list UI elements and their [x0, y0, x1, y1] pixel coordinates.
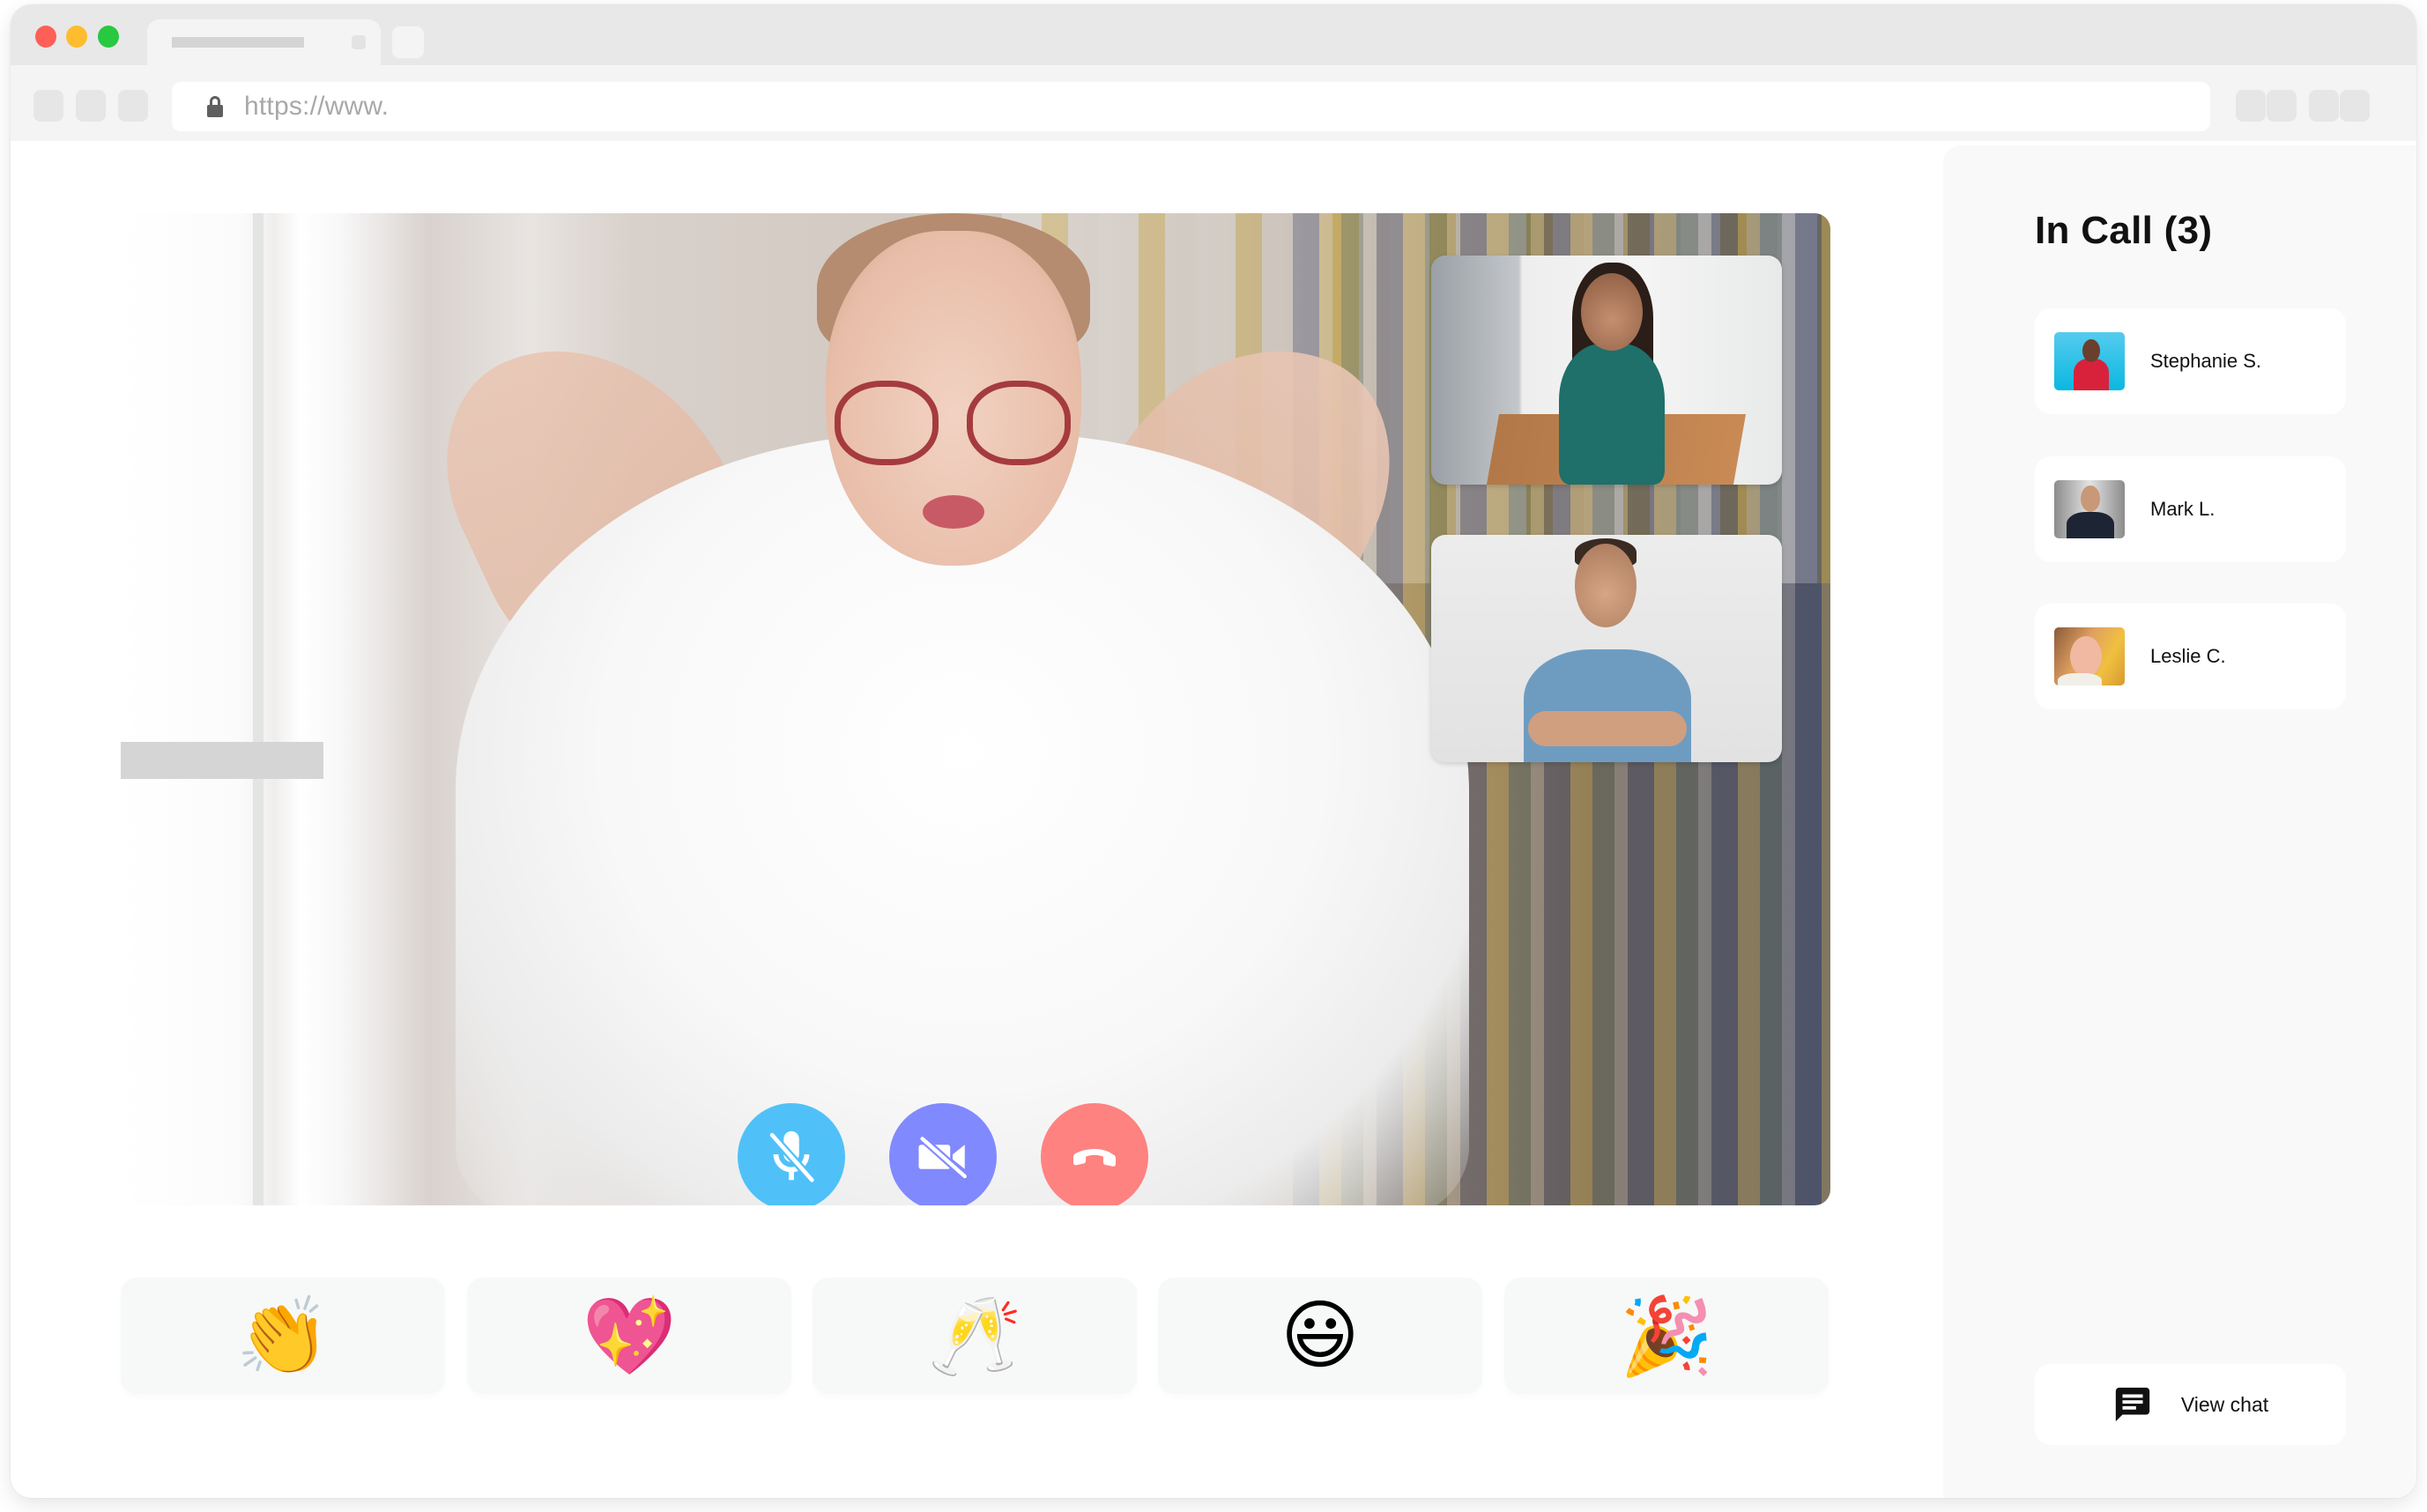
- main-speaker: [403, 213, 1548, 1205]
- reaction-bar: 👏 💖 🥂 😃 🎉: [121, 1278, 1830, 1394]
- main-video-feed: [121, 213, 1830, 1205]
- toggle-camera-button[interactable]: [889, 1103, 997, 1205]
- grinning-face-icon: 😃: [1280, 1292, 1360, 1380]
- toolbar-button-4[interactable]: [2340, 90, 2370, 122]
- participant-thumbnail-stephanie[interactable]: [1431, 256, 1782, 485]
- clapping-hands-icon: 👏: [235, 1292, 330, 1381]
- reaction-party-popper[interactable]: 🎉: [1504, 1278, 1829, 1394]
- participant-item[interactable]: Leslie C.: [2035, 604, 2346, 709]
- reaction-clinking-glasses[interactable]: 🥂: [813, 1278, 1137, 1394]
- page-content: 👏 💖 🥂 😃 🎉 In Call (3) Stephanie S. Mark …: [11, 141, 2416, 1498]
- new-tab-button[interactable]: [392, 26, 424, 58]
- toolbar-button-3[interactable]: [2309, 90, 2339, 122]
- browser-tab[interactable]: [147, 19, 381, 69]
- avatar: [2054, 627, 2125, 686]
- back-button[interactable]: [33, 90, 63, 122]
- tab-bar: [11, 4, 2416, 69]
- chat-icon: [2115, 1387, 2150, 1422]
- url-text: https://www.: [244, 92, 390, 121]
- lock-icon: [207, 96, 223, 117]
- view-chat-label: View chat: [2180, 1392, 2269, 1416]
- tab-title-placeholder: [172, 37, 304, 48]
- end-call-button[interactable]: [1041, 1103, 1148, 1205]
- participants-sidebar: In Call (3) Stephanie S. Mark L. Leslie …: [1943, 145, 2416, 1498]
- participant-name: Leslie C.: [2150, 645, 2226, 667]
- reload-button[interactable]: [118, 90, 148, 122]
- minimize-window-button[interactable]: [66, 26, 87, 48]
- forward-button[interactable]: [76, 90, 106, 122]
- participant-name: Stephanie S.: [2150, 350, 2261, 372]
- clinking-glasses-icon: 🥂: [927, 1292, 1022, 1381]
- reaction-sparkling-heart[interactable]: 💖: [467, 1278, 791, 1394]
- avatar: [2054, 332, 2125, 390]
- mute-microphone-button[interactable]: [738, 1103, 845, 1205]
- browser-window: https://www. 👏 💖 🥂 😃 🎉 In Call (3) Steph…: [11, 4, 2416, 1498]
- video-off-icon: [918, 1134, 968, 1180]
- toolbar-button-2[interactable]: [2267, 90, 2297, 122]
- sidebar-title: In Call (3): [2035, 209, 2213, 252]
- toolbar-button-1[interactable]: [2236, 90, 2266, 122]
- view-chat-button[interactable]: View chat: [2035, 1364, 2346, 1445]
- address-row: https://www.: [11, 65, 2416, 141]
- mic-off-icon: [768, 1130, 815, 1183]
- reaction-clapping-hands[interactable]: 👏: [121, 1278, 445, 1394]
- avatar: [2054, 480, 2125, 538]
- reaction-grinning-face[interactable]: 😃: [1158, 1278, 1482, 1394]
- background-window-frame: [253, 213, 263, 1205]
- maximize-window-button[interactable]: [98, 26, 119, 48]
- party-popper-icon: 🎉: [1619, 1292, 1714, 1381]
- participant-item[interactable]: Mark L.: [2035, 456, 2346, 562]
- tab-close-button[interactable]: [352, 35, 366, 49]
- participant-item[interactable]: Stephanie S.: [2035, 308, 2346, 414]
- sparkling-heart-icon: 💖: [582, 1292, 677, 1381]
- background-window-sill: [121, 742, 323, 779]
- participant-name: Mark L.: [2150, 498, 2215, 520]
- close-window-button[interactable]: [35, 26, 56, 48]
- call-controls: [121, 1103, 1830, 1205]
- participant-thumbnail-mark[interactable]: [1431, 535, 1782, 762]
- phone-hangup-icon: [1073, 1149, 1116, 1167]
- address-bar[interactable]: https://www.: [172, 82, 2210, 131]
